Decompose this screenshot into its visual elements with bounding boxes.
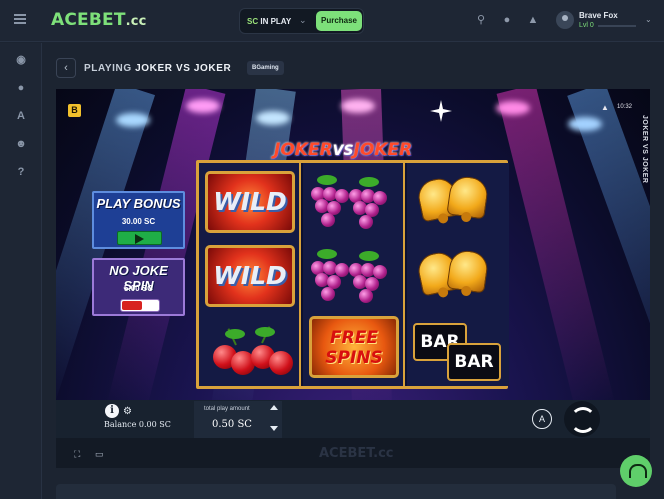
search-icon[interactable]: ⚲ <box>474 13 488 27</box>
play-bonus-price: 30.00 SC <box>121 217 156 226</box>
bet-amount-value: 0.50 SC <box>212 419 252 430</box>
menu-icon[interactable] <box>14 14 26 24</box>
chat-icon[interactable]: ● <box>500 13 514 27</box>
sound-icon[interactable]: ▲ <box>601 103 609 112</box>
free-spins-symbol: FREE SPINS <box>303 313 399 381</box>
wild-symbol: WILD <box>205 245 295 307</box>
sidebar-casino-icon[interactable]: ◉ <box>13 52 29 68</box>
bell-symbol <box>407 245 503 313</box>
reel-3: BAR BAR <box>407 163 509 386</box>
game-clock: 10:32 <box>617 104 633 110</box>
stage-light <box>256 111 290 125</box>
game-provider-logo: B <box>68 104 81 117</box>
page-title: PLAYING JOKER VS JOKER <box>84 63 232 74</box>
stage-light <box>116 113 150 127</box>
info-icon[interactable]: i <box>105 404 119 418</box>
sidebar: ◉ ● A ☻ ? <box>0 43 42 499</box>
support-chat-button[interactable] <box>620 455 652 487</box>
theater-mode-icon[interactable]: ▭ <box>95 449 104 460</box>
decrease-bet-arrow-icon[interactable] <box>270 426 278 431</box>
provider-badge[interactable]: BGaming <box>247 61 284 75</box>
stage-light <box>341 99 375 113</box>
no-joke-spin-price: 5.00 SC <box>124 284 153 293</box>
grapes-symbol <box>303 169 399 237</box>
stage-light <box>496 101 530 115</box>
spin-button[interactable] <box>564 401 600 437</box>
autoplay-button[interactable]: A <box>532 409 552 429</box>
game-logo: JOKERVSJOKER <box>274 140 413 160</box>
balance-display: Balance 0.00 SC <box>104 420 171 429</box>
bell-icon[interactable]: ▲ <box>526 13 540 27</box>
vertical-game-title: JOKER VS JOKER <box>641 115 648 184</box>
back-button[interactable]: ‹ <box>56 58 76 78</box>
currency-mode-selector: SC IN PLAY ⌄ Purchase <box>239 8 364 34</box>
double-bar-symbol: BAR BAR <box>407 319 503 387</box>
currency-mode-label[interactable]: SC IN PLAY <box>247 17 291 26</box>
cherry-symbol <box>199 319 295 387</box>
game-controls-bar <box>56 400 650 438</box>
sidebar-chat-icon[interactable]: ● <box>13 80 29 96</box>
no-joke-spin-panel[interactable]: NO JOKE SPIN 5.00 SC <box>92 258 185 316</box>
avatar[interactable] <box>556 11 574 29</box>
stage-light <box>568 117 602 131</box>
sidebar-a-icon[interactable]: A <box>13 108 29 124</box>
sidebar-user-icon[interactable]: ☻ <box>13 136 29 152</box>
stage-light <box>186 99 220 113</box>
content-card <box>56 484 616 499</box>
wild-symbol: WILD <box>205 171 295 233</box>
reel-grid: WILD WILD FREE SPINS BAR BAR <box>196 160 509 389</box>
top-bar: ACEBET.cc SC IN PLAY ⌄ Purchase ⚲ ● ▲ Br… <box>0 0 664 42</box>
sparkle-icon <box>430 100 452 122</box>
user-level: Lvl 0 <box>579 22 594 29</box>
increase-bet-arrow-icon[interactable] <box>270 405 278 410</box>
grapes-symbol <box>303 243 399 311</box>
play-bonus-title: PLAY BONUS <box>96 196 181 211</box>
footer-watermark: ACEBET.cc <box>319 446 394 461</box>
chevron-down-icon[interactable]: ⌄ <box>299 15 307 26</box>
level-progress-bar <box>598 25 636 27</box>
no-joke-spin-toggle[interactable] <box>120 299 160 312</box>
site-logo[interactable]: ACEBET.cc <box>51 10 147 30</box>
chevron-down-icon[interactable]: ⌄ <box>645 15 652 24</box>
play-bonus-panel[interactable]: PLAY BONUS 30.00 SC <box>92 191 185 249</box>
fullscreen-icon[interactable]: ⛶ <box>74 449 80 460</box>
play-bonus-button[interactable] <box>117 231 162 245</box>
purchase-button[interactable]: Purchase <box>316 11 362 31</box>
reel-2: FREE SPINS <box>303 163 405 386</box>
user-name[interactable]: Brave Fox <box>579 11 618 20</box>
gear-icon[interactable]: ⚙ <box>123 406 132 417</box>
bell-symbol <box>407 171 503 239</box>
reel-1: WILD WILD <box>199 163 301 386</box>
sidebar-help-icon[interactable]: ? <box>13 164 29 180</box>
bet-amount-label: total play amount <box>204 406 250 412</box>
